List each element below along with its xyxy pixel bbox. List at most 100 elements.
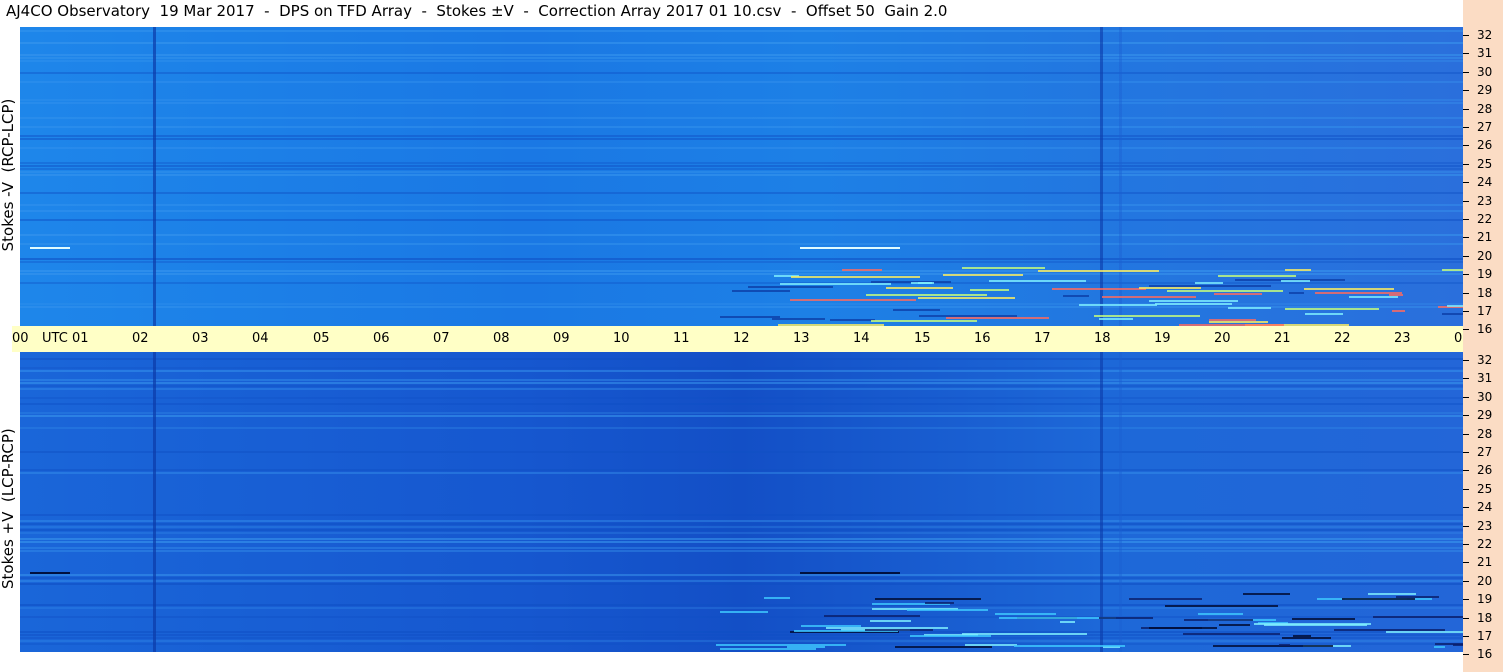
- rfi-20mhz-segment: [30, 572, 70, 574]
- freq-tick-mark: [1463, 562, 1469, 563]
- frequency-band: [20, 532, 1463, 534]
- rfi-segment: [919, 315, 1017, 317]
- rfi-segment: [893, 309, 940, 311]
- frequency-band: [20, 162, 1463, 164]
- time-tick-label: 17: [1034, 331, 1051, 346]
- rfi-segment: [943, 274, 1023, 276]
- time-streak: [153, 27, 156, 327]
- freq-tick-mark: [1463, 329, 1469, 330]
- freq-tick-label: 25: [1477, 157, 1493, 171]
- rfi-segment: [1139, 287, 1201, 289]
- rfi-segment: [764, 597, 790, 599]
- freq-tick-label: 18: [1477, 611, 1493, 625]
- rfi-segment: [1165, 605, 1278, 607]
- rfi-segment: [1228, 307, 1271, 309]
- freq-tick-mark: [1463, 72, 1469, 73]
- freq-tick-label: 23: [1477, 194, 1493, 208]
- freq-tick-mark: [1463, 90, 1469, 91]
- frequency-band: [20, 54, 1463, 56]
- freq-tick-label: 22: [1477, 212, 1493, 226]
- time-tick-label: 09: [553, 331, 570, 346]
- freq-tick-label: 27: [1477, 445, 1493, 459]
- rfi-segment: [1434, 646, 1445, 648]
- rfi-segment: [1149, 285, 1271, 287]
- frequency-band: [20, 415, 1463, 417]
- rfi-segment: [1293, 635, 1311, 637]
- frequency-band: [20, 60, 1463, 62]
- rfi-segment: [780, 283, 891, 285]
- freq-tick-label: 23: [1477, 519, 1493, 533]
- freq-tick-label: 16: [1477, 647, 1493, 661]
- frequency-band: [20, 547, 1463, 549]
- time-tick-label: 20: [1214, 331, 1231, 346]
- frequency-band: [20, 526, 1463, 528]
- freq-tick-mark: [1463, 182, 1469, 183]
- rfi-segment: [720, 611, 768, 613]
- freq-tick-label: 20: [1477, 574, 1493, 588]
- freq-tick-mark: [1463, 415, 1469, 416]
- rfi-segment: [1167, 290, 1283, 292]
- freq-tick-mark: [1463, 526, 1469, 527]
- rfi-segment: [1129, 598, 1202, 600]
- rfi-segment: [1435, 643, 1463, 645]
- rfi-segment: [910, 635, 991, 637]
- freq-tick-mark: [1463, 109, 1469, 110]
- rfi-segment: [1209, 319, 1256, 321]
- frequency-band: [20, 370, 1463, 372]
- frequency-band: [20, 168, 1463, 170]
- rfi-segment: [1254, 623, 1371, 625]
- freq-tick-mark: [1463, 581, 1469, 582]
- frequency-band: [20, 427, 1463, 429]
- frequency-band: [20, 637, 1463, 639]
- frequency-band: [20, 640, 1463, 642]
- time-tick-label: 19: [1154, 331, 1171, 346]
- frequency-band: [20, 138, 1463, 140]
- freq-tick-mark: [1463, 618, 1469, 619]
- rfi-segment: [787, 646, 825, 648]
- frequency-band: [20, 165, 1463, 167]
- frequency-band: [20, 243, 1463, 245]
- freq-tick-label: 29: [1477, 83, 1493, 97]
- frequency-band: [20, 451, 1463, 453]
- rfi-segment: [1281, 280, 1310, 282]
- frequency-band: [20, 57, 1463, 59]
- rfi-segment: [801, 625, 861, 627]
- utc-time-axis: 00 UTC 01 02 03 04 05 06 07 08 09 10 11 12 13 14 15 16 17 1…: [12, 326, 1503, 352]
- stokes-minus-v-heatmap: [20, 27, 1463, 327]
- frequency-band: [20, 529, 1463, 531]
- rfi-segment: [1442, 313, 1463, 315]
- rfi-segment: [824, 615, 920, 617]
- rfi-segment: [732, 290, 790, 292]
- rfi-segment: [989, 280, 1086, 282]
- rfi-segment: [1213, 645, 1333, 647]
- rfi-segment: [1373, 616, 1463, 618]
- frequency-band: [20, 574, 1463, 576]
- frequency-band: [20, 30, 1463, 32]
- freq-tick-mark: [1463, 378, 1469, 379]
- time-tick-label: 16: [974, 331, 991, 346]
- stokes-plus-v-heatmap: [20, 352, 1463, 652]
- rfi-segment: [1099, 318, 1133, 320]
- rfi-segment: [1214, 293, 1262, 295]
- frequency-band: [20, 171, 1463, 173]
- freq-tick-mark: [1463, 544, 1469, 545]
- rfi-segment: [866, 294, 987, 296]
- freq-tick-mark: [1463, 256, 1469, 257]
- rfi-segment: [1285, 269, 1311, 271]
- time-tick-label: 23: [1394, 331, 1411, 346]
- frequency-band: [20, 102, 1463, 104]
- frequency-band: [20, 303, 1463, 305]
- freq-tick-mark: [1463, 145, 1469, 146]
- rfi-segment: [830, 319, 875, 321]
- rfi-segment: [1149, 627, 1217, 629]
- rfi-segment: [1209, 321, 1268, 323]
- rfi-segment: [895, 646, 992, 648]
- time-tick-label: 12: [733, 331, 750, 346]
- rfi-segment: [870, 620, 911, 622]
- rfi-segment: [826, 627, 948, 629]
- rfi-segment: [907, 609, 988, 611]
- time-streak: [1119, 352, 1122, 652]
- freq-tick-mark: [1463, 237, 1469, 238]
- frequency-band: [20, 234, 1463, 236]
- freq-tick-label: 32: [1477, 28, 1493, 42]
